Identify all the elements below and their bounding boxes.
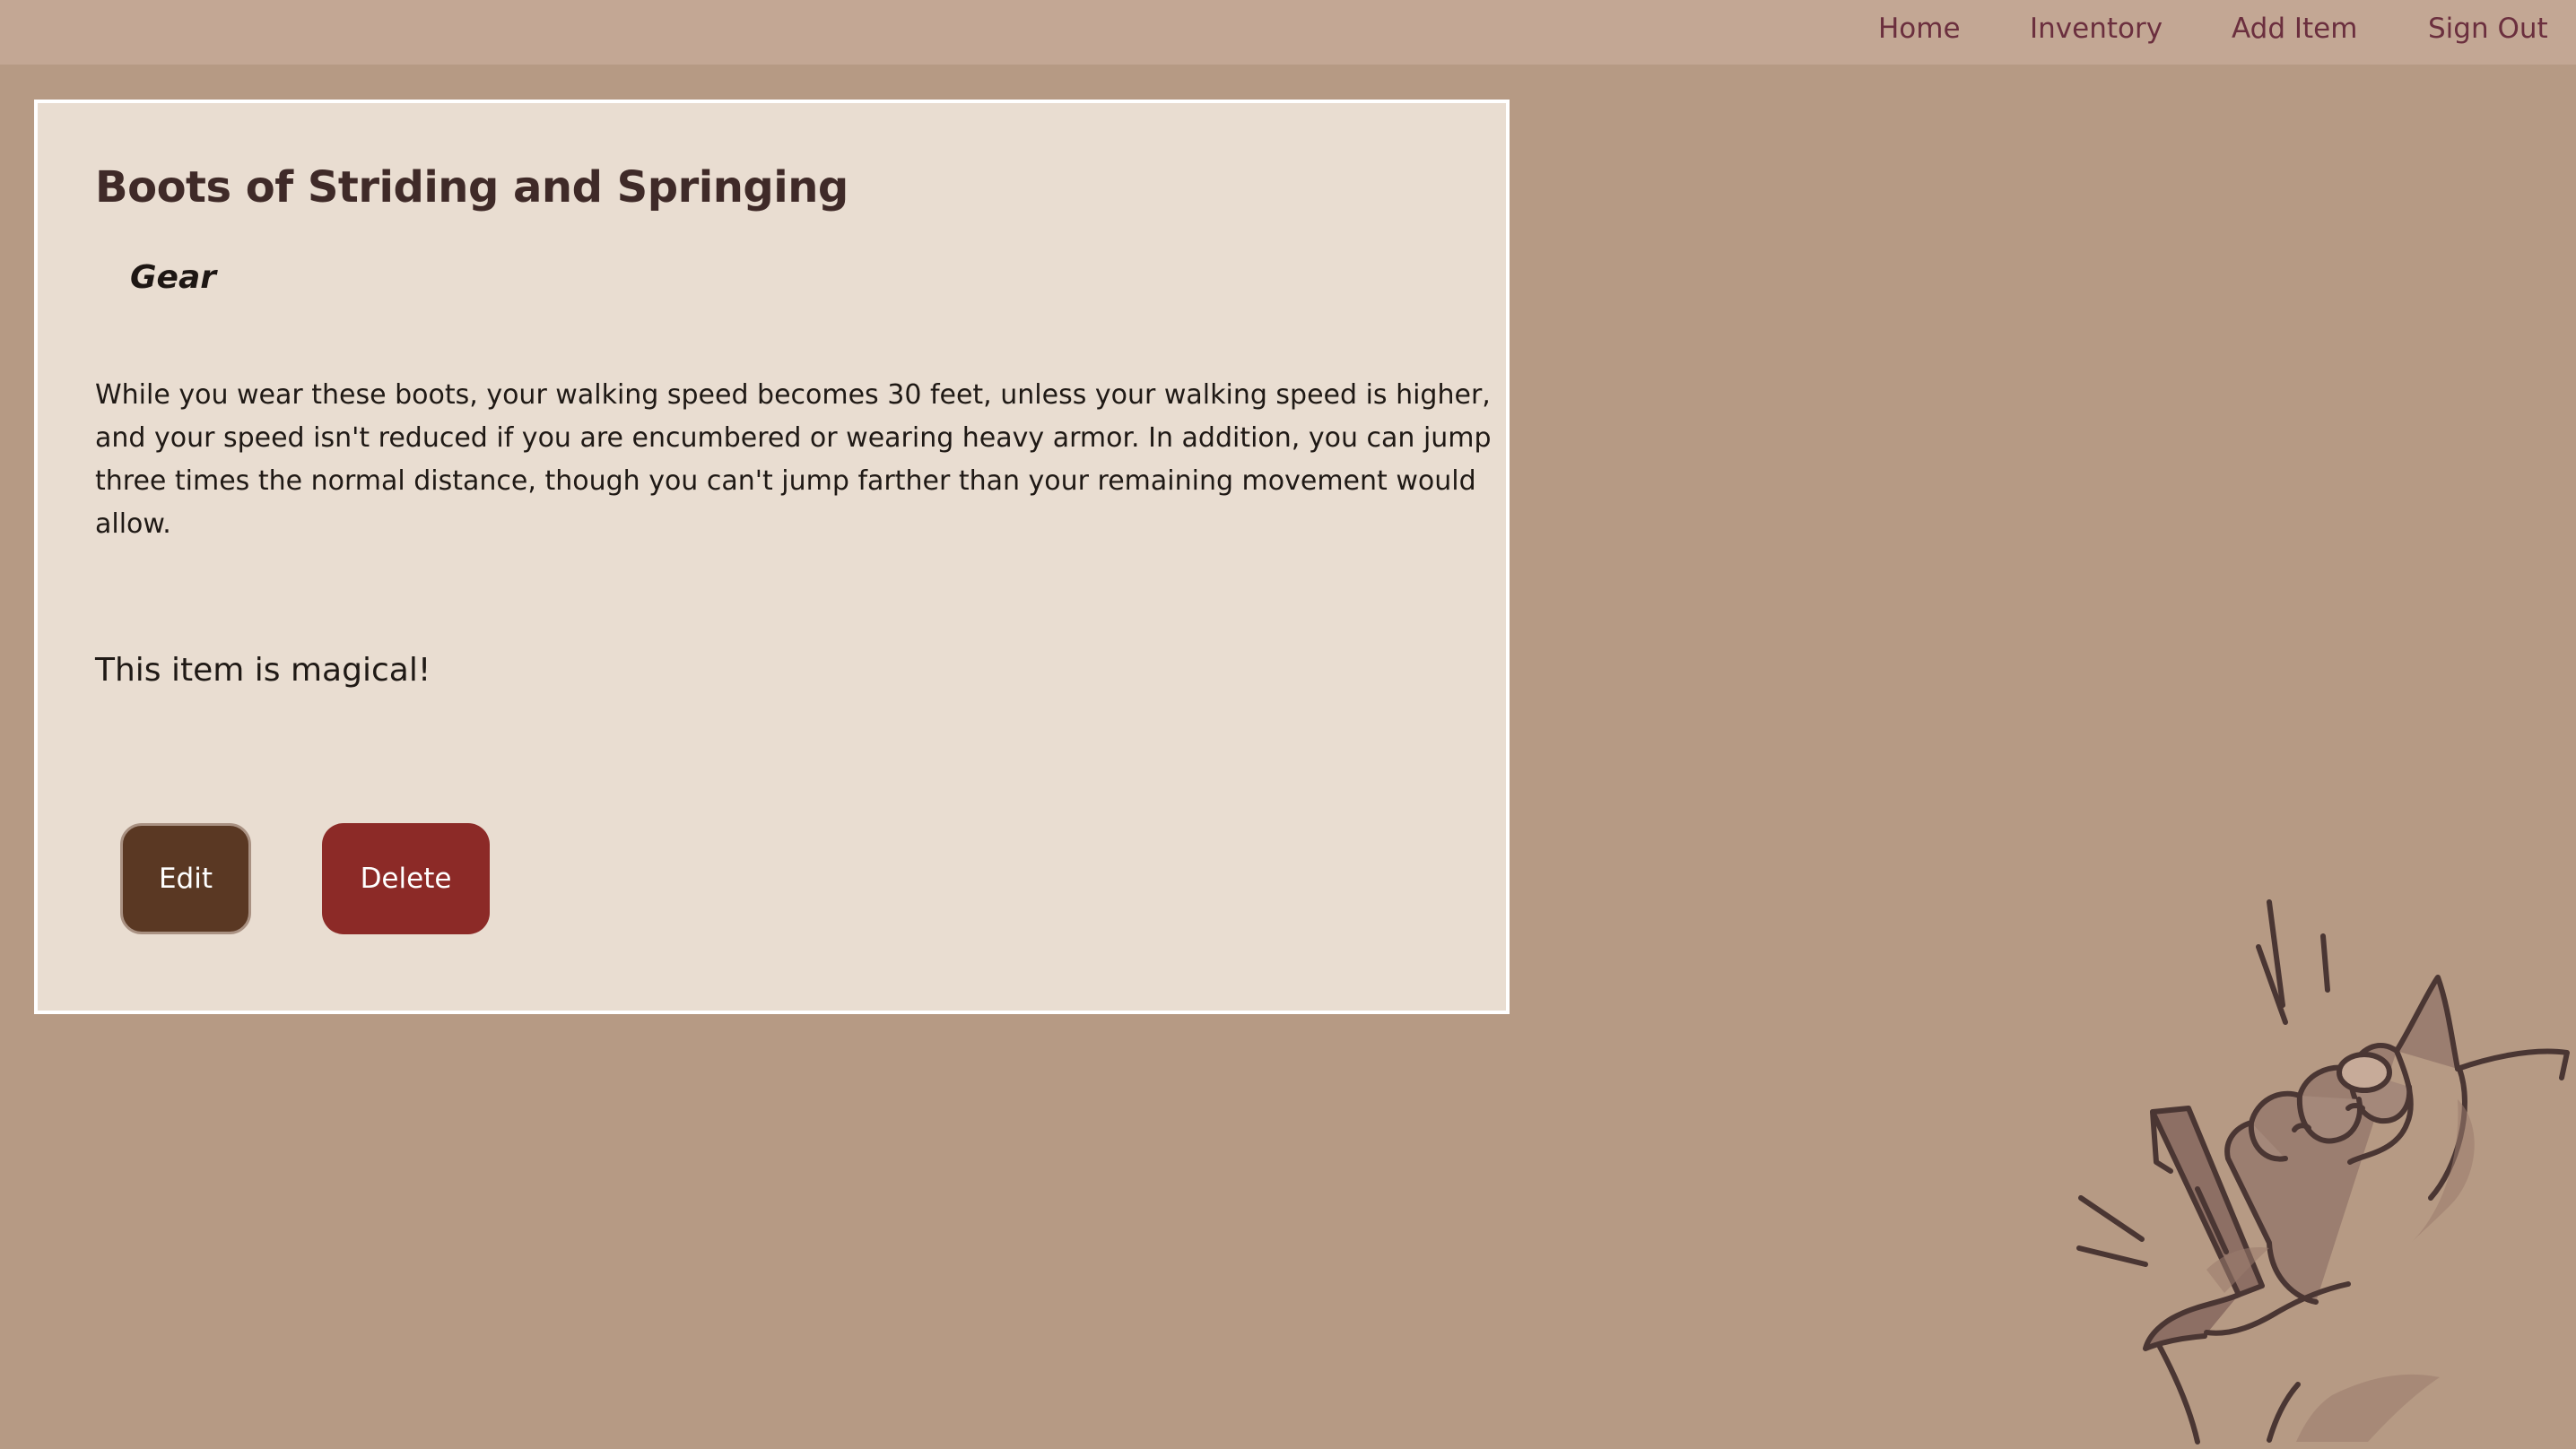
nav-link-add-item[interactable]: Add Item bbox=[2232, 0, 2357, 57]
nav-link-home[interactable]: Home bbox=[1878, 0, 1961, 57]
item-magic-note: This item is magical! bbox=[95, 652, 431, 689]
gnome-hand-torch-illustration-icon bbox=[2063, 893, 2576, 1445]
item-name-heading: Boots of Striding and Springing bbox=[95, 162, 849, 213]
top-navigation-bar: Home Inventory Add Item Sign Out bbox=[0, 0, 2576, 65]
item-detail-card: Boots of Striding and Springing Gear Whi… bbox=[34, 100, 1510, 1014]
item-description: While you wear these boots, your walking… bbox=[95, 379, 1492, 540]
nav-link-sign-out[interactable]: Sign Out bbox=[2428, 0, 2548, 57]
item-category-label: Gear bbox=[130, 259, 217, 296]
edit-button[interactable]: Edit bbox=[120, 823, 251, 934]
nav-link-inventory[interactable]: Inventory bbox=[2030, 0, 2163, 57]
delete-button[interactable]: Delete bbox=[322, 823, 490, 934]
